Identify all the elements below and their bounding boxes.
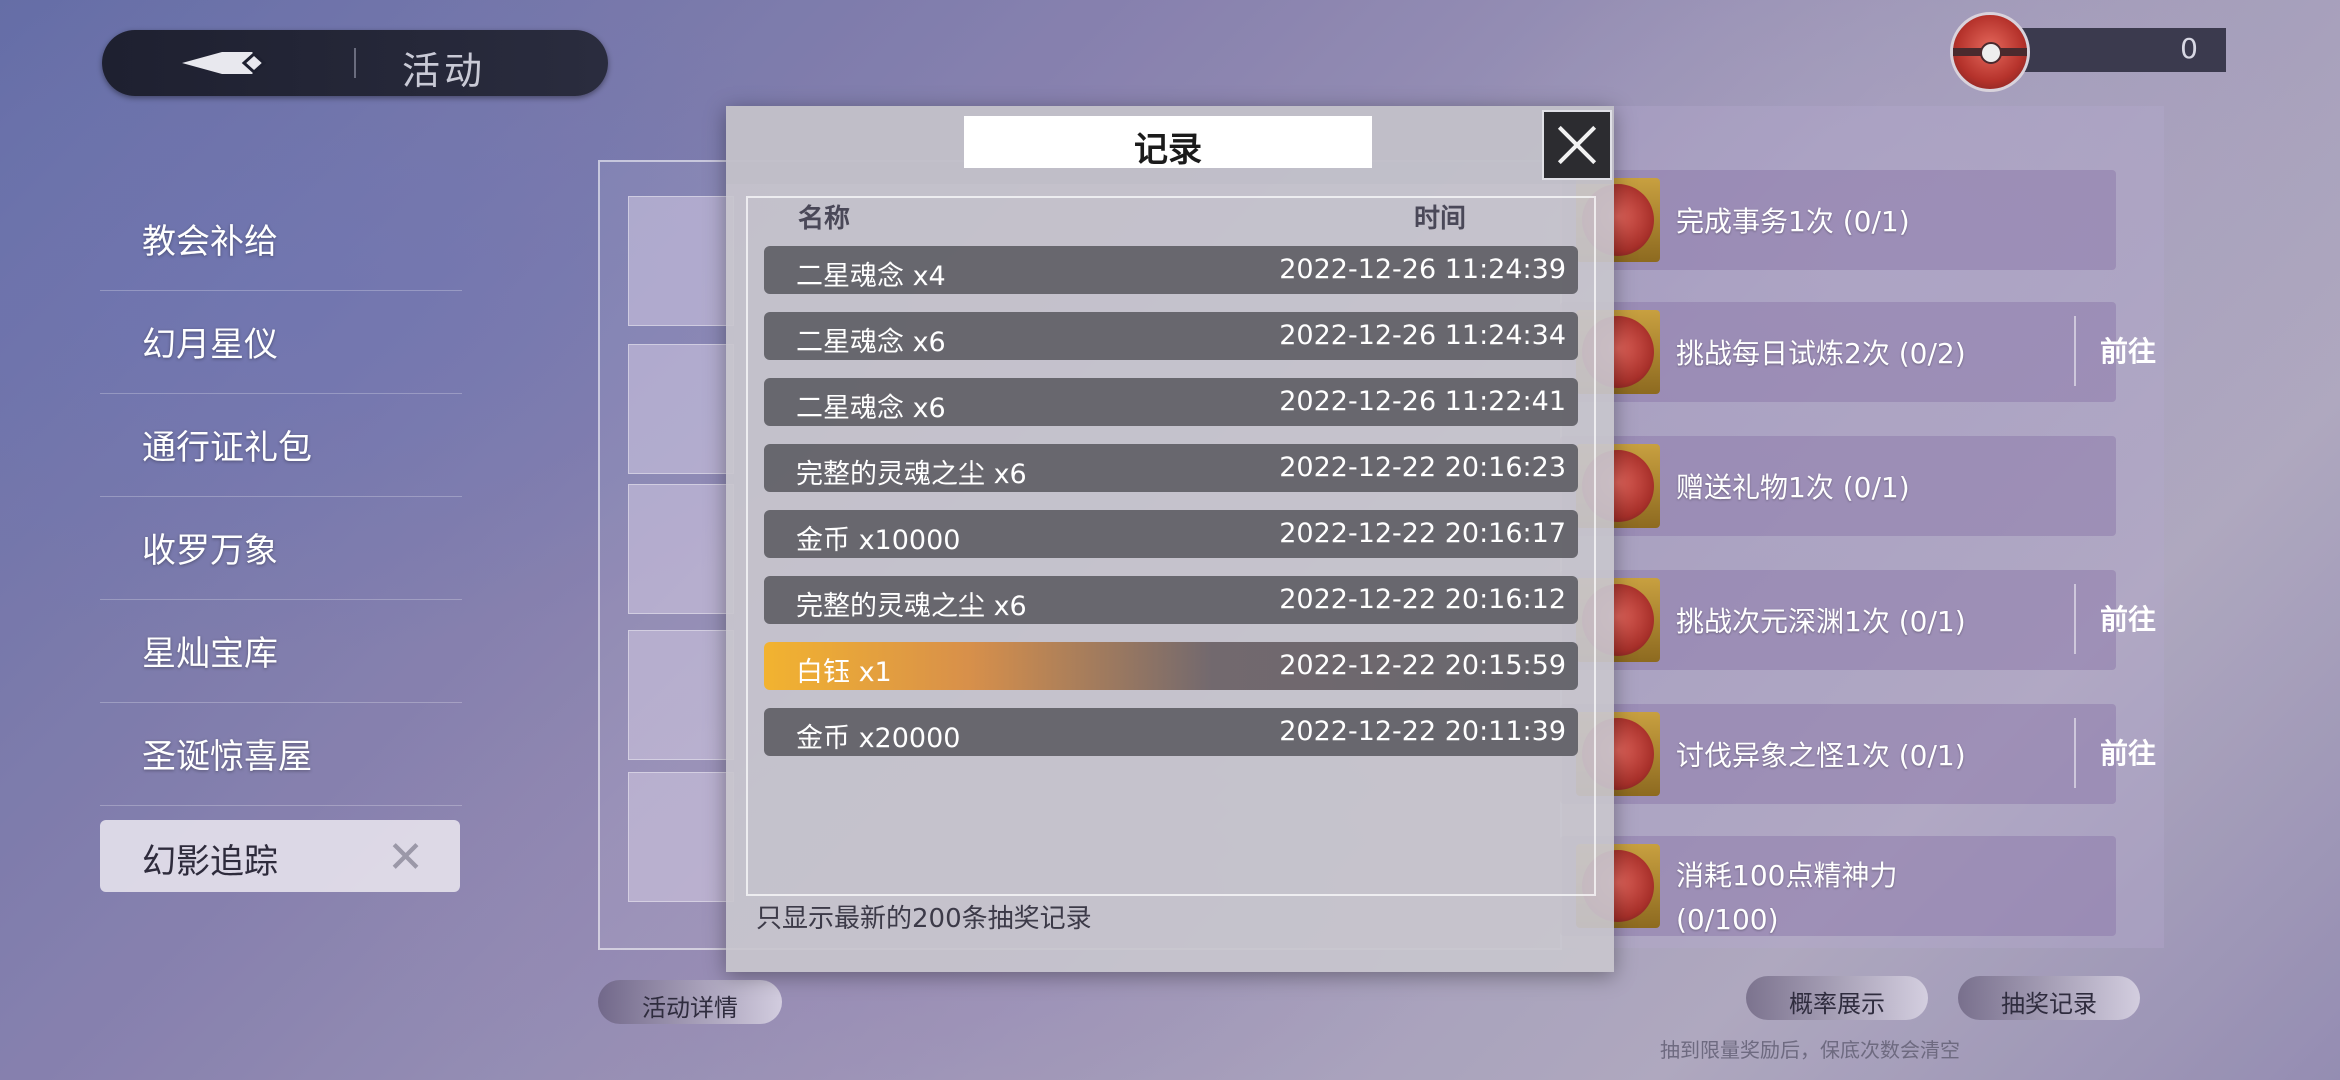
record-row: 二星魂念 x6 2022-12-26 11:22:41 — [764, 378, 1578, 426]
dialog-header: 记录 — [726, 106, 1614, 184]
reward-thumb — [628, 344, 734, 474]
record-row: 金币 x10000 2022-12-22 20:16:17 — [764, 510, 1578, 558]
currency-bar: 0 — [2010, 28, 2226, 72]
task-item: 赠送礼物1次 (0/1) — [1560, 436, 2116, 536]
menu-item-moon-astrolabe[interactable]: 幻月星仪 — [100, 291, 462, 394]
menu-item-christmas-house[interactable]: 圣诞惊喜屋 — [100, 703, 462, 806]
menu-item-pass-gift[interactable]: 通行证礼包 — [100, 394, 462, 497]
go-button[interactable]: 前往 — [2074, 584, 2176, 654]
record-limit-note: 只显示最新的200条抽奖记录 — [756, 904, 1092, 934]
record-row: 完整的灵魂之尘 x6 2022-12-22 20:16:12 — [764, 576, 1578, 624]
pity-note: 抽到限量奖励后，保底次数会清空 — [1660, 1038, 1960, 1062]
menu-item-collect-all[interactable]: 收罗万象 — [100, 497, 462, 600]
go-button[interactable]: 前往 — [2074, 316, 2176, 386]
column-header-name: 名称 — [798, 204, 851, 234]
menu-item-church-supply[interactable]: 教会补给 — [100, 188, 462, 291]
reward-thumb — [628, 484, 734, 614]
header-bar: 活动 — [102, 30, 608, 96]
probability-button[interactable]: 概率展示 — [1746, 976, 1928, 1020]
crossed-swords-icon: ✕ — [387, 832, 424, 883]
menu-item-star-vault[interactable]: 星灿宝库 — [100, 600, 462, 703]
reward-thumb — [628, 630, 734, 760]
activity-details-button[interactable]: 活动详情 — [598, 980, 782, 1024]
page-title: 活动 — [402, 49, 487, 93]
back-arrow-icon[interactable] — [182, 48, 278, 78]
draw-record-button[interactable]: 抽奖记录 — [1958, 976, 2140, 1020]
record-row: 完整的灵魂之尘 x6 2022-12-22 20:16:23 — [764, 444, 1578, 492]
task-item: 挑战次元深渊1次 (0/1) 前往 — [1560, 570, 2156, 670]
reward-thumb — [628, 772, 734, 902]
column-header-time: 时间 — [1414, 204, 1467, 234]
dialog-title-box: 记录 — [964, 116, 1372, 170]
go-button[interactable]: 前往 — [2074, 718, 2176, 788]
reward-thumb — [628, 196, 734, 326]
task-item: 完成事务1次 (0/1) — [1560, 170, 2116, 270]
menu-item-phantom-trace[interactable]: 幻影追踪 ✕ — [100, 820, 460, 892]
record-dialog: 记录 名称 时间 二星魂念 x4 2022-12-26 11:24:39 二星魂念… — [726, 106, 1614, 972]
summon-ball-icon — [1950, 12, 2030, 92]
record-row: 金币 x20000 2022-12-22 20:11:39 — [764, 708, 1578, 756]
task-item: 挑战每日试炼2次 (0/2) 前往 — [1560, 302, 2156, 402]
task-item: 讨伐异象之怪1次 (0/1) 前往 — [1560, 704, 2156, 804]
record-row: 二星魂念 x4 2022-12-26 11:24:39 — [764, 246, 1578, 294]
currency-value: 0 — [2180, 32, 2198, 65]
header-divider — [354, 48, 356, 78]
task-item: 消耗100点精神力 (0/100) — [1560, 836, 2116, 936]
activity-menu: 教会补给 幻月星仪 通行证礼包 收罗万象 星灿宝库 圣诞惊喜屋 幻影追踪 ✕ — [100, 188, 462, 892]
record-row: 二星魂念 x6 2022-12-26 11:24:34 — [764, 312, 1578, 360]
dialog-title: 记录 — [1134, 130, 1202, 170]
close-button[interactable] — [1542, 110, 1612, 180]
record-row-rare: 白钰 x1 2022-12-22 20:15:59 — [764, 642, 1578, 690]
